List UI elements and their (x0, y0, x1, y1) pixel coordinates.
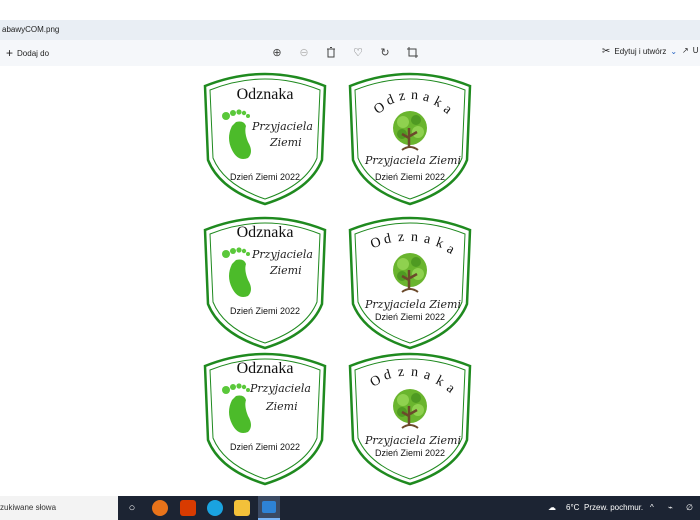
trash-icon[interactable] (324, 45, 338, 59)
badge-script-line1: Przyjaciela (252, 120, 313, 133)
share-icon: ↗ (682, 46, 689, 55)
image-canvas: Odznaka Przyjaciela Ziemi Dzień Ziemi 20… (0, 66, 700, 496)
weather-temp: 6°C (566, 503, 580, 512)
explorer-icon[interactable] (234, 500, 250, 516)
search-text: zukiwane słowa (0, 503, 57, 512)
add-to-button[interactable]: + Dodaj do (6, 46, 49, 60)
badge-foot: Odznaka Przyjaciela Ziemi Dzień Ziemi 20… (200, 348, 330, 488)
window-title: abawyCOM.png (2, 25, 60, 34)
badge-script: Przyjaciela Ziemi (364, 298, 462, 311)
photos-app-button[interactable] (258, 496, 280, 520)
weather-desc: Przew. pochmur. (584, 503, 644, 512)
badge-date: Dzień Ziemi 2022 (374, 312, 446, 322)
share-label: U (692, 46, 699, 55)
edit-create-button[interactable]: ✂ Edytuj i utwórz ⌄ (602, 46, 677, 57)
edit-create-label: Edytuj i utwórz (614, 47, 667, 56)
system-tray-icon[interactable]: ∅ (686, 496, 693, 520)
zoom-out-icon[interactable]: ⊖ (297, 45, 311, 59)
edit-create-icon: ✂ (602, 46, 611, 57)
badge-foot: Odznaka Przyjaciela Ziemi Dzień Ziemi 20… (200, 212, 330, 352)
badge-tree: O d z n a k a Przyjaciela Ziemi Dzień Zi… (345, 212, 475, 352)
zoom-in-icon[interactable]: ⊕ (270, 45, 284, 59)
badge-title: Odznaka (236, 86, 294, 103)
badge-date: Dzień Ziemi 2022 (229, 172, 301, 182)
badge-tree: O d z n a k a Przyjaciela Ziemi Dzień Zi… (345, 68, 475, 208)
add-to-label: Dodaj do (17, 48, 50, 58)
badge-date: Dzień Ziemi 2022 (374, 172, 446, 182)
toolbar: + Dodaj do ⊕ ⊖ ♡ ↻ ✂ Edytuj i utwórz ⌄ ↗… (0, 40, 700, 66)
taskbar: zukiwane słowa ○ ☁ 6°C Przew. pochmur. ^… (0, 496, 700, 520)
rotate-icon[interactable]: ↻ (378, 45, 392, 59)
weather-icon[interactable]: ☁ (548, 496, 556, 520)
plus-icon: + (6, 46, 14, 60)
title-bar: abawyCOM.png (0, 20, 700, 40)
badge-title: Odznaka (236, 224, 294, 241)
edge-icon[interactable] (207, 500, 223, 516)
badge-foot: Odznaka Przyjaciela Ziemi Dzień Ziemi 20… (200, 68, 330, 208)
office-icon[interactable] (180, 500, 196, 516)
task-view-icon[interactable]: ○ (124, 500, 140, 516)
badge-date: Dzień Ziemi 2022 (374, 448, 446, 458)
share-button[interactable]: ↗ U (682, 46, 698, 55)
badge-date: Dzień Ziemi 2022 (229, 442, 301, 452)
footprint-icon (222, 109, 251, 159)
badge-script-line1: Przyjaciela (252, 248, 313, 261)
badge-title: Odznaka (236, 360, 294, 377)
tree-globe-icon (393, 111, 427, 151)
tree-globe-icon (393, 389, 427, 429)
badge-tree: O d z n a k a Przyjaciela Ziemi Dzień Zi… (345, 348, 475, 488)
badge-script: Przyjaciela Ziemi (364, 434, 462, 447)
network-icon[interactable]: ⌁ (668, 496, 673, 520)
badge-script: Przyjaciela Ziemi (364, 154, 462, 167)
firefox-icon[interactable] (152, 500, 168, 516)
badge-script-line1: Przyjaciela (250, 382, 311, 395)
badge-script-line2: Ziemi (270, 136, 302, 149)
chevron-down-icon: ⌄ (670, 47, 678, 56)
crop-icon[interactable] (405, 45, 419, 59)
badge-script-line2: Ziemi (270, 264, 302, 277)
badge-date: Dzień Ziemi 2022 (229, 306, 301, 316)
photos-icon (262, 501, 276, 513)
tree-globe-icon (393, 253, 427, 293)
heart-icon[interactable]: ♡ (351, 45, 365, 59)
taskbar-search-input[interactable]: zukiwane słowa (0, 496, 118, 520)
badge-script-line2: Ziemi (266, 400, 298, 413)
chevron-up-icon[interactable]: ^ (650, 496, 654, 520)
